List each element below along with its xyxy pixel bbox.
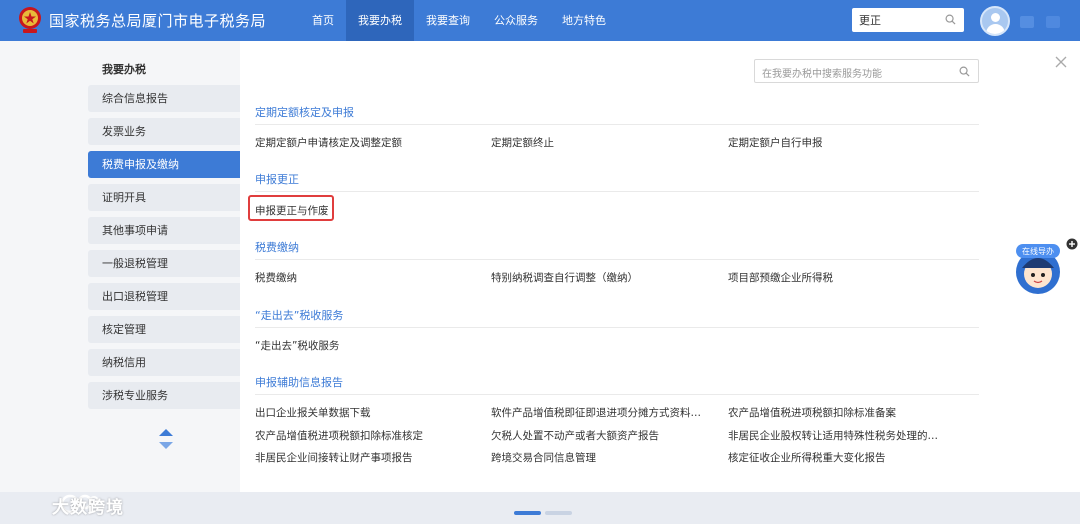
top-search-value: 更正 — [859, 14, 881, 27]
section-divider — [255, 191, 979, 192]
sidebar-item-other-apply[interactable]: 其他事项申请 — [88, 217, 240, 244]
service-panel: 我要办税 综合信息报告 发票业务 税费申报及缴纳 证明开具 其他事项申请 一般退… — [0, 41, 1080, 492]
service-link[interactable]: 税费缴纳 — [255, 270, 297, 285]
section-divider — [255, 124, 979, 125]
mascot-assistant-icon[interactable]: 在线导办 — [1012, 240, 1064, 296]
service-link[interactable]: 农产品增值税进项税额扣除标准备案 — [728, 405, 896, 420]
avatar-head-shape — [991, 13, 1000, 22]
close-icon[interactable] — [1054, 55, 1068, 69]
top-extra-icon-2[interactable] — [1046, 16, 1060, 28]
carousel-dot[interactable] — [545, 511, 572, 515]
service-link[interactable]: 欠税人处置不动产或者大额资产报告 — [491, 428, 659, 443]
carousel-indicator — [514, 511, 572, 515]
section-title-fixed-quota: 定期定额核定及申报 — [255, 106, 354, 119]
section-title-going-global: “走出去”税收服务 — [255, 309, 344, 322]
search-icon[interactable] — [945, 14, 956, 25]
sidebar-title: 我要办税 — [102, 63, 146, 76]
section-title-aux-report: 申报辅助信息报告 — [255, 376, 343, 389]
sidebar-item-refund[interactable]: 一般退税管理 — [88, 250, 240, 277]
sidebar-item-assessment[interactable]: 核定管理 — [88, 316, 240, 343]
scroll-arrows-icon[interactable] — [158, 428, 174, 450]
carousel-dot-active[interactable] — [514, 511, 541, 515]
nav-do-tax[interactable]: 我要办税 — [346, 0, 414, 41]
service-link[interactable]: 跨境交易合同信息管理 — [491, 450, 596, 465]
sidebar-item-certificate[interactable]: 证明开具 — [88, 184, 240, 211]
sidebar-list: 综合信息报告 发票业务 税费申报及缴纳 证明开具 其他事项申请 一般退税管理 出… — [88, 85, 240, 415]
nav-local-feature[interactable]: 地方特色 — [550, 0, 618, 41]
top-bar: 国家税务总局厦门市电子税务局 首页 我要办税 我要查询 公众服务 地方特色 更正 — [0, 0, 1080, 41]
service-link[interactable]: 软件产品增值税即征即退进项分摊方式资料… — [491, 405, 701, 420]
tax-emblem-icon[interactable] — [17, 6, 43, 34]
nav-home[interactable]: 首页 — [300, 0, 346, 41]
service-link[interactable]: 核定征收企业所得税重大变化报告 — [728, 450, 886, 465]
service-search-input[interactable]: 在我要办税中搜索服务功能 — [754, 59, 979, 83]
service-link[interactable]: 定期定额终止 — [491, 135, 554, 150]
sidebar-item-declare-pay[interactable]: 税费申报及缴纳 — [88, 151, 240, 178]
main-nav: 首页 我要办税 我要查询 公众服务 地方特色 — [300, 0, 618, 41]
avatar-body-shape — [986, 24, 1005, 34]
section-divider — [255, 394, 979, 395]
service-link[interactable]: “走出去”税收服务 — [255, 338, 339, 353]
section-divider — [255, 259, 979, 260]
sidebar: 我要办税 综合信息报告 发票业务 税费申报及缴纳 证明开具 其他事项申请 一般退… — [0, 41, 240, 492]
user-avatar[interactable] — [980, 6, 1010, 36]
service-link[interactable]: 特别纳税调查自行调整（缴纳） — [491, 270, 638, 285]
section-title-correction: 申报更正 — [255, 173, 299, 186]
service-link[interactable]: 项目部预缴企业所得税 — [728, 270, 833, 285]
sidebar-item-info-report[interactable]: 综合信息报告 — [88, 85, 240, 112]
mascot-label: 在线导办 — [1022, 246, 1054, 256]
service-link[interactable]: 定期定额户自行申报 — [728, 135, 823, 150]
service-link[interactable]: 非居民企业间接转让财产事项报告 — [255, 450, 413, 465]
service-search-placeholder: 在我要办税中搜索服务功能 — [762, 69, 882, 80]
watermark-text: 大数跨境 — [52, 498, 124, 518]
top-search-input[interactable]: 更正 — [852, 8, 964, 32]
plus-icon[interactable] — [1066, 238, 1078, 250]
nav-public-service[interactable]: 公众服务 — [482, 0, 550, 41]
highlight-annotation-box — [248, 195, 334, 221]
service-link[interactable]: 农产品增值税进项税额扣除标准核定 — [255, 428, 423, 443]
service-link[interactable]: 非居民企业股权转让适用特殊性税务处理的… — [728, 428, 938, 443]
sidebar-item-invoice[interactable]: 发票业务 — [88, 118, 240, 145]
sidebar-item-export-refund[interactable]: 出口退税管理 — [88, 283, 240, 310]
site-title[interactable]: 国家税务总局厦门市电子税务局 — [49, 10, 266, 31]
sidebar-item-credit[interactable]: 纳税信用 — [88, 349, 240, 376]
top-extra-icon[interactable] — [1020, 16, 1034, 28]
nav-query[interactable]: 我要查询 — [414, 0, 482, 41]
section-title-tax-payment: 税费缴纳 — [255, 241, 299, 254]
search-icon[interactable] — [959, 66, 970, 77]
sidebar-item-professional[interactable]: 涉税专业服务 — [88, 382, 240, 409]
section-divider — [255, 327, 979, 328]
service-link[interactable]: 定期定额户申请核定及调整定额 — [255, 135, 402, 150]
service-link[interactable]: 出口企业报关单数据下载 — [255, 405, 371, 420]
